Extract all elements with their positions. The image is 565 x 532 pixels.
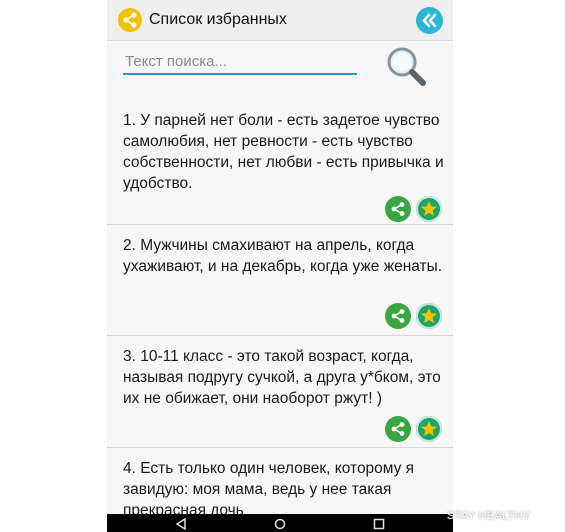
- watermark: STAY HEALTHY: [447, 510, 531, 522]
- list-item: 3. 10-11 класс - это такой возраст, когд…: [107, 336, 453, 448]
- share-nodes-icon: [118, 8, 142, 32]
- share-icon: [391, 309, 405, 323]
- favorite-button[interactable]: [416, 303, 442, 329]
- search-input[interactable]: [123, 49, 357, 75]
- share-icon: [391, 422, 405, 436]
- double-chevron-left-icon: [422, 13, 437, 28]
- search-button[interactable]: [382, 44, 428, 86]
- phone-screen: Список избранных 1. У парней нет боли - …: [107, 0, 453, 532]
- quote-text: 2. Мужчины смахивают на апрель, когда ух…: [123, 237, 443, 275]
- back-button[interactable]: [416, 7, 443, 34]
- app-bar: Список избранных: [107, 0, 453, 41]
- quote-text: 3. 10-11 класс - это такой возраст, когд…: [123, 348, 441, 407]
- quote-text: 4. Есть только один человек, которому я …: [123, 460, 415, 519]
- recents-square-icon[interactable]: [373, 518, 385, 530]
- favorite-button[interactable]: [416, 196, 442, 222]
- page-title: Список избранных: [149, 11, 287, 28]
- back-triangle-icon[interactable]: [175, 518, 187, 530]
- share-button[interactable]: [385, 303, 411, 329]
- list-item: 2. Мужчины смахивают на апрель, когда ух…: [107, 225, 453, 336]
- quotes-list: 1. У парней нет боли - есть задетое чувс…: [107, 100, 453, 528]
- system-nav-bar: [107, 514, 453, 532]
- list-item: 1. У парней нет боли - есть задетое чувс…: [107, 100, 453, 225]
- home-circle-icon[interactable]: [274, 518, 286, 530]
- share-icon: [391, 202, 405, 216]
- star-icon: [421, 308, 437, 323]
- star-icon: [421, 421, 437, 436]
- quote-text: 1. У парней нет боли - есть задетое чувс…: [123, 112, 444, 192]
- star-icon: [421, 201, 437, 216]
- share-button[interactable]: [385, 196, 411, 222]
- favorite-button[interactable]: [416, 416, 442, 442]
- share-button[interactable]: [385, 416, 411, 442]
- magnifier-icon: [387, 47, 426, 86]
